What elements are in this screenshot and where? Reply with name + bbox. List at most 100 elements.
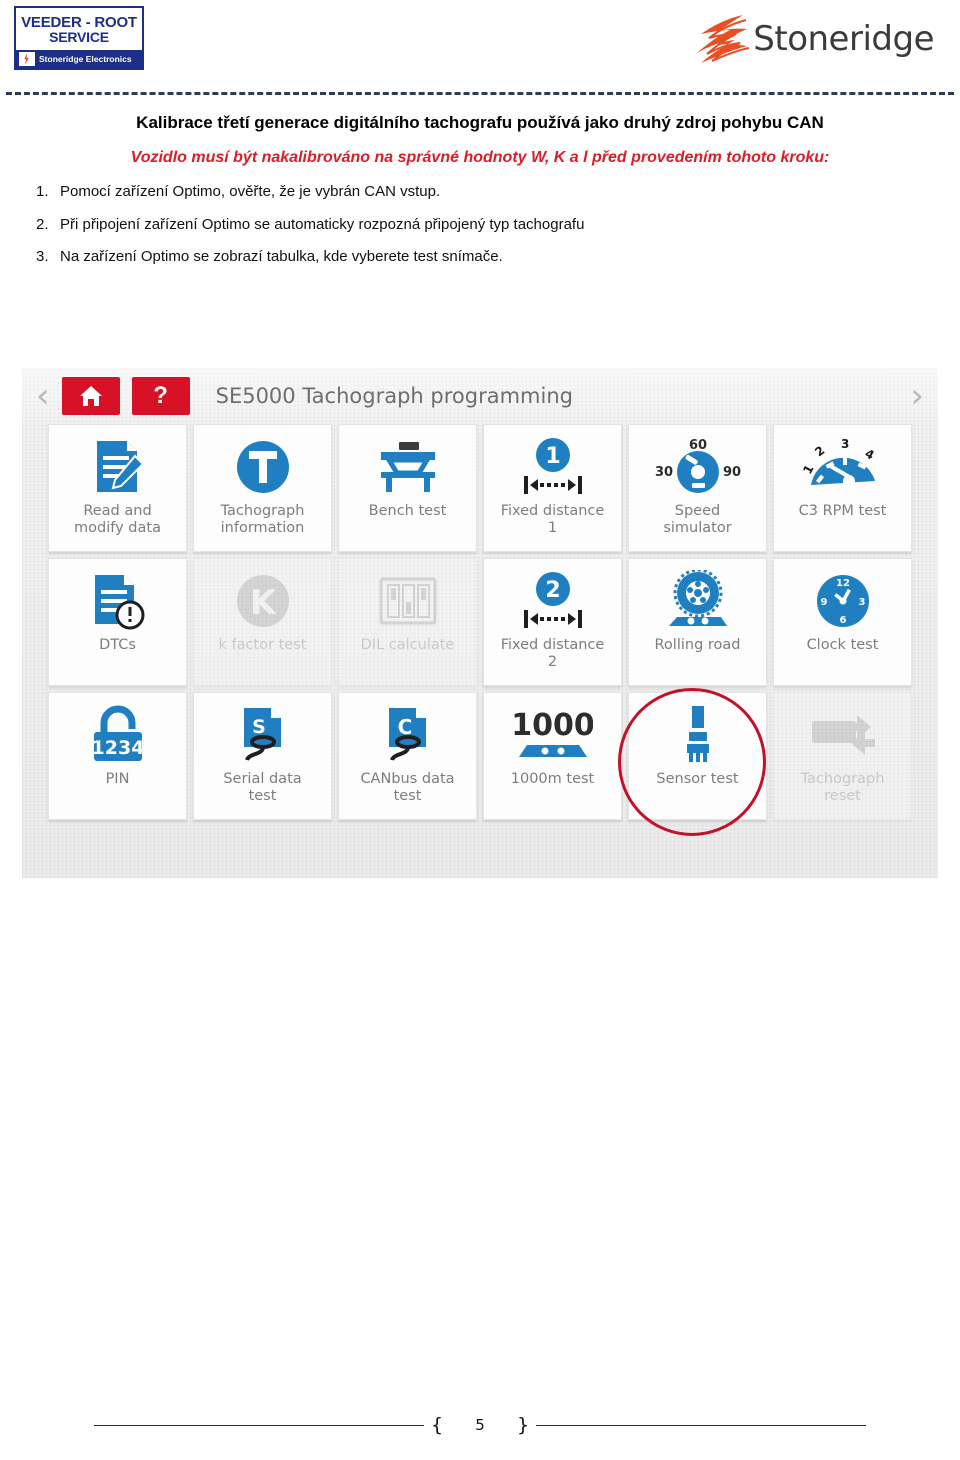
- veeder-root-line2: SERVICE: [49, 28, 109, 45]
- list-item: 2. Při připojení zařízení Optimo se auto…: [0, 216, 960, 235]
- steps-list: 1. Pomocí zařízení Optimo, ověřte, že je…: [0, 183, 960, 267]
- home-button[interactable]: [61, 377, 120, 415]
- footer-brace-right: }: [516, 1414, 530, 1436]
- tile-label: Sensor test: [656, 771, 739, 787]
- veeder-root-line1: VEEDER - ROOT: [21, 13, 137, 31]
- padlock-1234-icon: 1234: [49, 703, 186, 767]
- tile-pin[interactable]: 1234 PIN: [48, 692, 187, 820]
- page-footer: { 5 }: [0, 1414, 960, 1436]
- tile-label: Fixed distance 1: [500, 503, 605, 536]
- page-number: 5: [475, 1416, 485, 1434]
- svg-text:1: 1: [545, 444, 560, 469]
- thousand-meter-icon: 1000: [484, 703, 621, 767]
- canbus-data-icon: C: [339, 703, 476, 767]
- step-number: 2.: [36, 215, 49, 233]
- tile-canbus-data-test[interactable]: C CANbus data test: [338, 692, 477, 820]
- speed-label-30: 30: [655, 465, 673, 480]
- svg-text:2: 2: [545, 578, 560, 603]
- screen-title: SE5000 Tachograph programming: [215, 384, 573, 408]
- page-header: VEEDER - ROOT SERVICE Stoneridge Electro…: [0, 0, 960, 95]
- rpm-label-4: 4: [862, 446, 876, 462]
- document-warning-icon: [49, 569, 186, 633]
- clock-label-9: 9: [820, 597, 827, 608]
- clock-icon: 12 3 6 9: [774, 569, 911, 633]
- tile-label: CANbus data test: [360, 771, 455, 804]
- clock-label-3: 3: [858, 597, 865, 608]
- speed-label-60: 60: [688, 438, 706, 453]
- footer-brace-left: {: [430, 1414, 444, 1436]
- question-mark-icon: ?: [153, 382, 168, 409]
- header-divider: [6, 92, 954, 95]
- fixed-distance-1-icon: 1: [484, 435, 621, 499]
- footer-rule-left: [94, 1424, 424, 1426]
- tile-label: Fixed distance 2: [500, 637, 605, 670]
- serial-data-icon: S: [194, 703, 331, 767]
- rolling-road-icon: [629, 569, 766, 633]
- stoneridge-wordmark: Stoneridge: [753, 19, 934, 59]
- next-arrow-icon[interactable]: ›: [910, 379, 924, 413]
- step-number: 3.: [36, 248, 49, 266]
- tile-label: DTCs: [99, 637, 136, 653]
- step-text: Při připojení zařízení Optimo se automat…: [60, 215, 585, 233]
- tile-fixed-distance-1[interactable]: 1 Fixed distance 1: [483, 424, 622, 552]
- tile-label: Tachograph reset: [800, 771, 885, 804]
- tachograph-reset-icon: [774, 703, 911, 767]
- rpm-label-3: 3: [841, 437, 849, 451]
- dil-switches-icon: [339, 569, 476, 633]
- bench-icon: [339, 435, 476, 499]
- k-circle-icon: K: [194, 569, 331, 633]
- page-title: Kalibrace třetí generace digitálního tac…: [136, 113, 824, 132]
- rpm-label-1: 1: [801, 462, 817, 476]
- tile-read-and-modify-data[interactable]: Read and modify data: [48, 424, 187, 552]
- tile-tachograph-reset[interactable]: Tachograph reset: [773, 692, 912, 820]
- tile-1000m-test[interactable]: 1000 1000m test: [483, 692, 622, 820]
- footer-rule-right: [536, 1424, 866, 1426]
- thousand-label: 1000: [513, 708, 593, 743]
- document-body: Kalibrace třetí generace digitálního tac…: [0, 112, 960, 281]
- tile-label: Speed simulator: [663, 503, 732, 536]
- home-icon: [79, 386, 102, 406]
- optimo-screenshot: ‹ ? SE5000 Tachograph programming › Read…: [22, 368, 938, 878]
- serial-letter: S: [252, 716, 266, 738]
- tile-label: Read and modify data: [74, 503, 161, 536]
- clock-label-12: 12: [836, 578, 850, 589]
- tile-sensor-test[interactable]: Sensor test: [628, 692, 767, 820]
- tile-rolling-road[interactable]: Rolling road: [628, 558, 767, 686]
- list-item: 1. Pomocí zařízení Optimo, ověřte, že je…: [0, 183, 960, 202]
- tile-label: Serial data test: [223, 771, 302, 804]
- rpm-gauge-icon: 1 2 3 4: [774, 435, 911, 499]
- tile-label: Tachograph information: [220, 503, 305, 536]
- tile-label: C3 RPM test: [798, 503, 887, 519]
- rpm-label-2: 2: [812, 443, 827, 459]
- step-text: Pomocí zařízení Optimo, ověřte, že je vy…: [60, 182, 441, 200]
- tile-tachograph-information[interactable]: Tachograph information: [193, 424, 332, 552]
- tile-dtcs[interactable]: DTCs: [48, 558, 187, 686]
- function-tile-grid: Read and modify data Tachograph informatio…: [48, 424, 918, 820]
- veeder-root-subtitle: Stoneridge Electronics: [39, 54, 132, 64]
- tile-c3-rpm-test[interactable]: 1 2 3 4 C3 RPM test: [773, 424, 912, 552]
- step-text: Na zařízení Optimo se zobrazí tabulka, k…: [60, 248, 503, 266]
- stoneridge-logo: Stoneridge: [685, 10, 934, 68]
- svg-text:K: K: [249, 583, 277, 623]
- tile-serial-data-test[interactable]: S Serial data test: [193, 692, 332, 820]
- tile-label: DIL calculate: [360, 637, 455, 653]
- tile-speed-simulator[interactable]: 60 30 90 Speed simulator: [628, 424, 767, 552]
- tile-k-factor-test[interactable]: K k factor test: [193, 558, 332, 686]
- prev-arrow-icon[interactable]: ‹: [36, 379, 50, 413]
- document-pencil-icon: [49, 435, 186, 499]
- tile-clock-test[interactable]: 12 3 6 9 Clock test: [773, 558, 912, 686]
- step-number: 1.: [36, 182, 49, 200]
- tile-label: Clock test: [806, 637, 879, 653]
- tile-label: PIN: [105, 771, 130, 787]
- tile-dil-calculate[interactable]: DIL calculate: [338, 558, 477, 686]
- tile-label: Rolling road: [654, 637, 741, 653]
- help-button[interactable]: ?: [131, 377, 190, 415]
- list-item: 3. Na zařízení Optimo se zobrazí tabulka…: [0, 248, 960, 267]
- tile-label: k factor test: [218, 637, 307, 653]
- fixed-distance-2-icon: 2: [484, 569, 621, 633]
- veeder-root-logo: VEEDER - ROOT SERVICE Stoneridge Electro…: [14, 6, 144, 70]
- stoneridge-s-icon: [697, 15, 750, 63]
- veeder-root-wordmark: VEEDER - ROOT SERVICE: [16, 8, 142, 50]
- tile-bench-test[interactable]: Bench test: [338, 424, 477, 552]
- tile-fixed-distance-2[interactable]: 2 Fixed distance 2: [483, 558, 622, 686]
